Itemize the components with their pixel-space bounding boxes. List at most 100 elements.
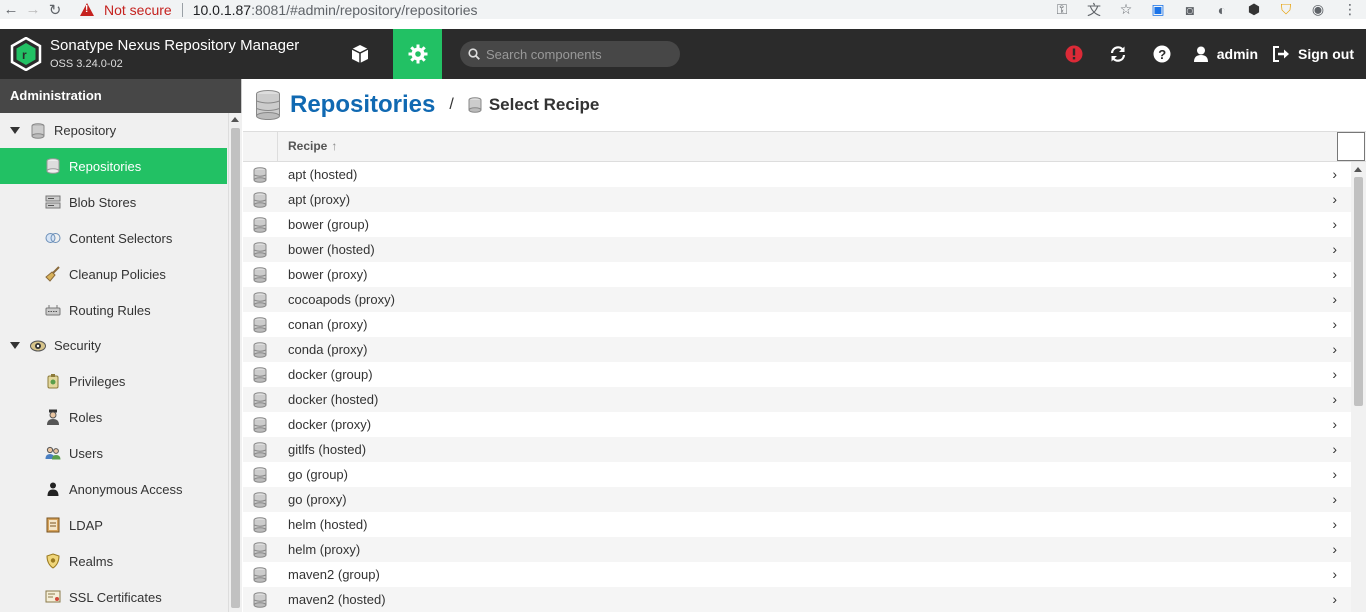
star-icon[interactable]: ☆ (1110, 1, 1142, 18)
chevron-right-icon: › (1332, 541, 1337, 557)
router-icon (45, 302, 61, 318)
recipe-row[interactable]: cocoapods (proxy) › (243, 287, 1351, 312)
sidebar-item-privileges[interactable]: Privileges (0, 363, 227, 399)
search-icon (468, 48, 480, 60)
system-status-button[interactable] (1052, 29, 1096, 79)
scroll-up-arrow-icon[interactable] (231, 117, 239, 122)
grid-scrollbar[interactable] (1351, 162, 1366, 612)
recipe-row[interactable]: apt (proxy) › (243, 187, 1351, 212)
nexus-logo-icon[interactable]: r (10, 37, 42, 71)
sidebar-group-repository[interactable]: Repository (0, 113, 227, 148)
recipe-row[interactable]: docker (proxy) › (243, 412, 1351, 437)
recipe-label: docker (hosted) (288, 392, 379, 407)
chevron-right-icon: › (1332, 416, 1337, 432)
extension-s-icon[interactable]: ▣ (1142, 1, 1174, 18)
sidebar-item-realms[interactable]: Realms (0, 543, 227, 579)
sidebar-item-label: Routing Rules (69, 302, 151, 318)
sidebar-item-blob-stores[interactable]: Blob Stores (0, 184, 227, 220)
help-icon: ? (1153, 45, 1171, 63)
back-arrow-icon[interactable]: ← (0, 1, 22, 18)
refresh-button[interactable] (1096, 29, 1140, 79)
sidebar-item-roles[interactable]: Roles (0, 399, 227, 435)
browse-mode-button[interactable] (336, 29, 384, 79)
help-button[interactable]: ? (1140, 29, 1184, 79)
sidebar-item-label: Roles (69, 409, 103, 425)
database-icon (253, 192, 267, 211)
recipe-row[interactable]: apt (hosted) › (243, 162, 1351, 187)
sidebar-item-label: Anonymous Access (69, 481, 183, 497)
sidebar-item-ldap[interactable]: LDAP (0, 507, 227, 543)
column-menu-box[interactable] (1337, 132, 1365, 161)
user-menu[interactable]: admin (1184, 46, 1272, 62)
forward-arrow-icon[interactable]: → (22, 1, 44, 18)
sidebar-item-label: Repository (54, 123, 117, 138)
recipe-row[interactable]: helm (proxy) › (243, 537, 1351, 562)
sidebar-item-cleanup-policies[interactable]: Cleanup Policies (0, 256, 227, 292)
recipe-row[interactable]: conan (proxy) › (243, 312, 1351, 337)
extension-shield-icon[interactable]: ⛉ (1270, 1, 1302, 18)
sidebar-item-ssl-certificates[interactable]: SSL Certificates (0, 579, 227, 612)
repositories-database-icon (256, 90, 280, 120)
expand-triangle-icon[interactable] (10, 342, 20, 349)
extension-circle-icon[interactable]: ◐ (1206, 2, 1238, 18)
camera-icon[interactable]: ◙ (1174, 2, 1206, 18)
sidebar-group-security[interactable]: Security (0, 328, 227, 363)
shield-icon (45, 553, 61, 569)
chevron-right-icon: › (1332, 466, 1337, 482)
sidebar-item-users[interactable]: Users (0, 435, 227, 471)
recipe-label: maven2 (hosted) (288, 592, 386, 607)
recipe-row[interactable]: gitlfs (hosted) › (243, 437, 1351, 462)
sidebar-scrollbar[interactable] (228, 113, 242, 612)
recipe-label: docker (group) (288, 367, 373, 382)
key-icon[interactable]: ⚿ (1046, 1, 1078, 18)
recipe-row[interactable]: conda (proxy) › (243, 337, 1351, 362)
menu-dots-icon[interactable]: ⋮ (1334, 1, 1366, 18)
recipe-row[interactable]: docker (group) › (243, 362, 1351, 387)
recipe-row[interactable]: maven2 (hosted) › (243, 587, 1351, 612)
scrollbar-thumb[interactable] (1354, 177, 1363, 406)
recipe-row[interactable]: helm (hosted) › (243, 512, 1351, 537)
svg-text:r: r (22, 48, 27, 62)
recipe-row[interactable]: go (proxy) › (243, 487, 1351, 512)
profile-icon[interactable]: ◉ (1302, 1, 1334, 18)
search-input[interactable] (486, 46, 671, 62)
reload-icon[interactable]: ↻ (44, 1, 66, 19)
sidebar-item-label: Cleanup Policies (69, 266, 166, 282)
sign-out-button[interactable]: Sign out (1272, 46, 1366, 62)
recipe-row[interactable]: maven2 (group) › (243, 562, 1351, 587)
address-bar[interactable]: 10.0.1.87:8081/#admin/repository/reposit… (193, 2, 478, 18)
recipe-row[interactable]: bower (proxy) › (243, 262, 1351, 287)
translate-icon[interactable]: 文 (1078, 0, 1110, 20)
sidebar-item-content-selectors[interactable]: Content Selectors (0, 220, 227, 256)
certificate-icon (45, 589, 61, 605)
recipe-row[interactable]: docker (hosted) › (243, 387, 1351, 412)
chevron-right-icon: › (1332, 266, 1337, 282)
refresh-icon (1110, 46, 1125, 62)
recipe-row[interactable]: bower (group) › (243, 212, 1351, 237)
sidebar-item-label: Realms (69, 553, 114, 569)
extension-hex-icon[interactable]: ⬢ (1238, 1, 1270, 18)
security-warning[interactable]: Not secure (80, 2, 172, 18)
sidebar-item-repositories[interactable]: Repositories (0, 148, 227, 184)
scroll-up-arrow-icon[interactable] (1354, 167, 1362, 172)
role-icon (45, 409, 61, 425)
sidebar-item-routing-rules[interactable]: Routing Rules (0, 292, 227, 328)
scrollbar-thumb[interactable] (231, 128, 240, 608)
recipe-label: cocoapods (proxy) (288, 292, 395, 307)
username: admin (1216, 46, 1258, 62)
browser-actions: ⚿ 文 ☆ ▣ ◙ ◐ ⬢ ⛉ ◉ ⋮ (1046, 0, 1366, 19)
grid-header: Recipe ↑ (243, 131, 1366, 162)
breadcrumb-repositories-link[interactable]: Repositories (290, 91, 435, 119)
recipe-label: bower (proxy) (288, 267, 368, 282)
search-box[interactable] (460, 41, 680, 67)
expand-triangle-icon[interactable] (10, 127, 20, 134)
cube-icon (351, 45, 369, 63)
recipe-row[interactable]: bower (hosted) › (243, 237, 1351, 262)
recipe-column-header[interactable]: Recipe ↑ (288, 132, 337, 161)
user-icon (1193, 46, 1208, 62)
database-icon (253, 442, 267, 461)
sidebar-item-anonymous-access[interactable]: Anonymous Access (0, 471, 227, 507)
admin-mode-button[interactable] (393, 29, 442, 79)
recipe-row[interactable]: go (group) › (243, 462, 1351, 487)
recipe-label: conan (proxy) (288, 317, 368, 332)
